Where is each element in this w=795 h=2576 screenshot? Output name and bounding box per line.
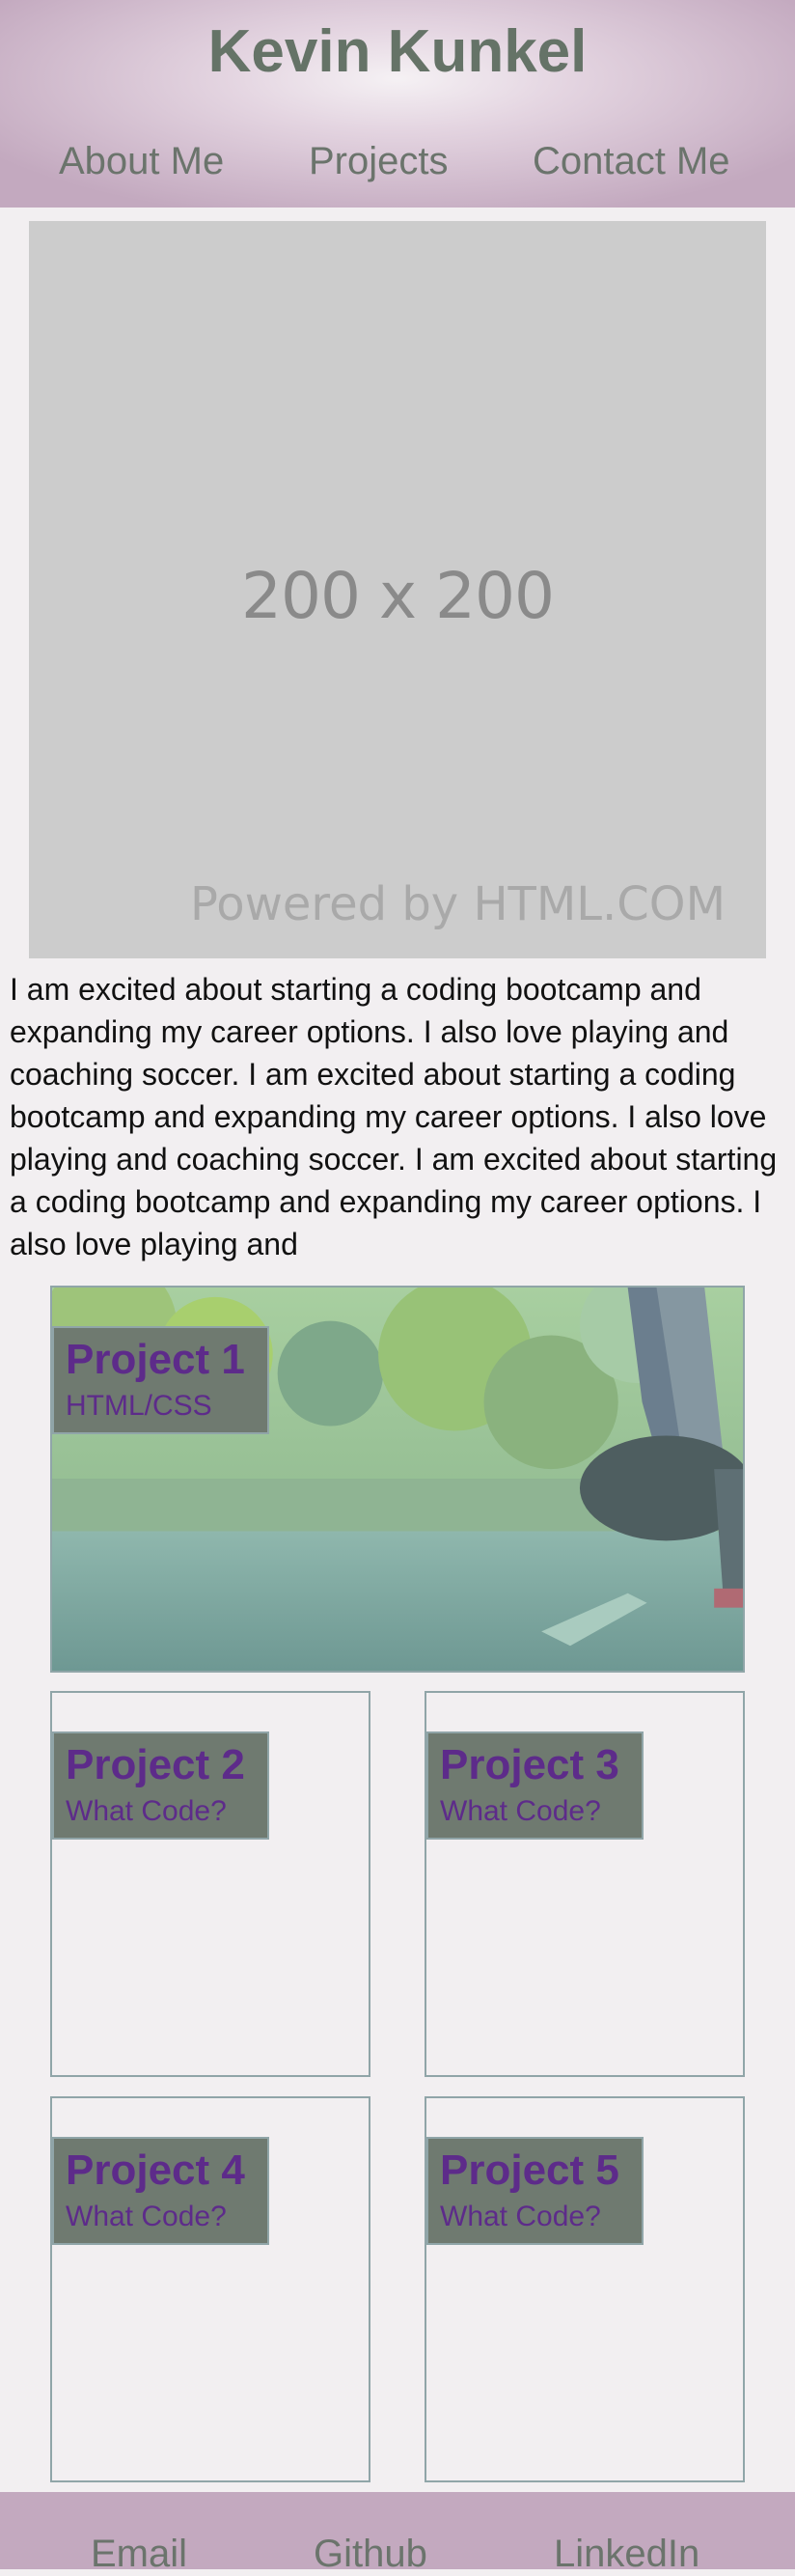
project-2-label: Project 2 What Code?	[52, 1731, 269, 1840]
placeholder-size-text: 200 x 200	[241, 559, 555, 633]
site-title: Kevin Kunkel	[207, 18, 588, 85]
project-card-4[interactable]: Project 4 What Code?	[50, 2096, 370, 2482]
placeholder-watermark-text: Powered by HTML.COM	[190, 877, 726, 931]
project-5-subtitle: What Code?	[440, 2201, 601, 2232]
project-4-label: Project 4 What Code?	[52, 2137, 269, 2245]
project-4-title: Project 4	[66, 2147, 245, 2194]
project-1-label: Project 1 HTML/CSS	[52, 1326, 269, 1434]
nav-link-contact-me[interactable]: Contact Me	[533, 140, 730, 183]
main-nav: About Me Projects Contact Me	[0, 140, 795, 188]
nav-link-about-me[interactable]: About Me	[59, 140, 224, 183]
nav-link-projects[interactable]: Projects	[309, 140, 449, 183]
project-card-2[interactable]: Project 2 What Code?	[50, 1691, 370, 2077]
site-header: Kevin Kunkel About Me Projects Contact M…	[0, 0, 795, 208]
project-2-title: Project 2	[66, 1741, 245, 1788]
project-1-subtitle: HTML/CSS	[66, 1390, 212, 1422]
footer-link-github[interactable]: Github	[314, 2533, 427, 2576]
project-card-1[interactable]: Project 1 HTML/CSS	[50, 1286, 745, 1673]
project-1-title: Project 1	[66, 1336, 245, 1383]
project-2-subtitle: What Code?	[66, 1795, 227, 1827]
about-paragraph: I am excited about starting a coding boo…	[10, 972, 778, 1261]
project-3-title: Project 3	[440, 1741, 619, 1788]
project-5-title: Project 5	[440, 2147, 619, 2194]
project-card-3[interactable]: Project 3 What Code?	[425, 1691, 745, 2077]
project-3-label: Project 3 What Code?	[426, 1731, 644, 1840]
footer-link-email[interactable]: Email	[91, 2533, 187, 2576]
project-4-subtitle: What Code?	[66, 2201, 227, 2232]
site-footer: Email Github LinkedIn	[0, 2492, 795, 2575]
project-5-label: Project 5 What Code?	[426, 2137, 644, 2245]
project-3-subtitle: What Code?	[440, 1795, 601, 1827]
profile-placeholder-image: 200 x 200 Powered by HTML.COM	[29, 221, 766, 958]
project-card-5[interactable]: Project 5 What Code?	[425, 2096, 745, 2482]
footer-link-linkedin[interactable]: LinkedIn	[554, 2533, 699, 2576]
